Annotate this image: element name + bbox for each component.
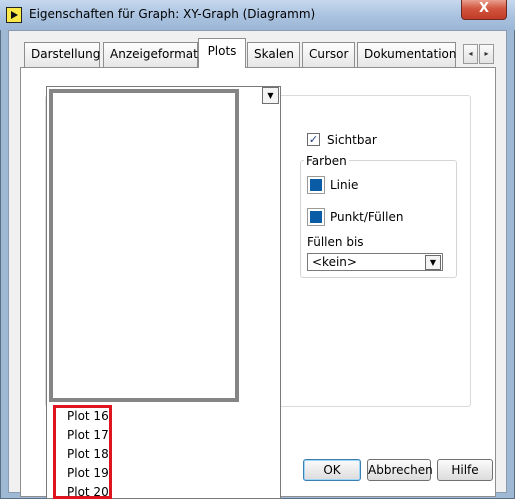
visible-checkbox[interactable]: ✓ — [307, 133, 320, 146]
fill-to-label: Füllen bis — [307, 235, 364, 249]
labview-app-icon — [6, 7, 22, 23]
point-fill-color-swatch[interactable] — [307, 208, 325, 226]
tab-scroll-right-icon[interactable]: ▸ — [479, 44, 494, 64]
tab-anzeigeformat[interactable]: Anzeigeformat — [103, 42, 198, 67]
tab-scroll-left-icon[interactable]: ◂ — [463, 44, 478, 64]
plot-preview-area — [49, 89, 239, 402]
red-highlight-box — [53, 405, 112, 499]
tab-darstellung[interactable]: Darstellung — [24, 42, 100, 67]
visible-label: Sichtbar — [327, 133, 377, 147]
point-fill-label: Punkt/Füllen — [330, 210, 404, 224]
tab-dokumentation[interactable]: Dokumentation — [357, 42, 457, 67]
ok-button[interactable]: OK — [303, 459, 361, 481]
cancel-button[interactable]: Abbrechen — [367, 459, 433, 481]
tab-skalen[interactable]: Skalen — [247, 42, 300, 67]
tab-cursor[interactable]: Cursor — [302, 42, 355, 67]
close-button[interactable]: X — [461, 0, 507, 20]
line-color-label: Linie — [330, 178, 359, 192]
help-button[interactable]: Hilfe — [437, 459, 493, 481]
colors-group-title: Farben — [304, 154, 349, 168]
line-color-swatch[interactable] — [307, 176, 325, 194]
chevron-down-icon[interactable]: ▼ — [425, 255, 441, 270]
tab-plots[interactable]: Plots — [198, 38, 246, 68]
window-title: Eigenschaften für Graph: XY-Graph (Diagr… — [29, 7, 316, 21]
plot-dropdown-arrow-icon[interactable]: ▼ — [262, 87, 279, 104]
fill-to-select[interactable]: <kein> — [307, 253, 443, 271]
